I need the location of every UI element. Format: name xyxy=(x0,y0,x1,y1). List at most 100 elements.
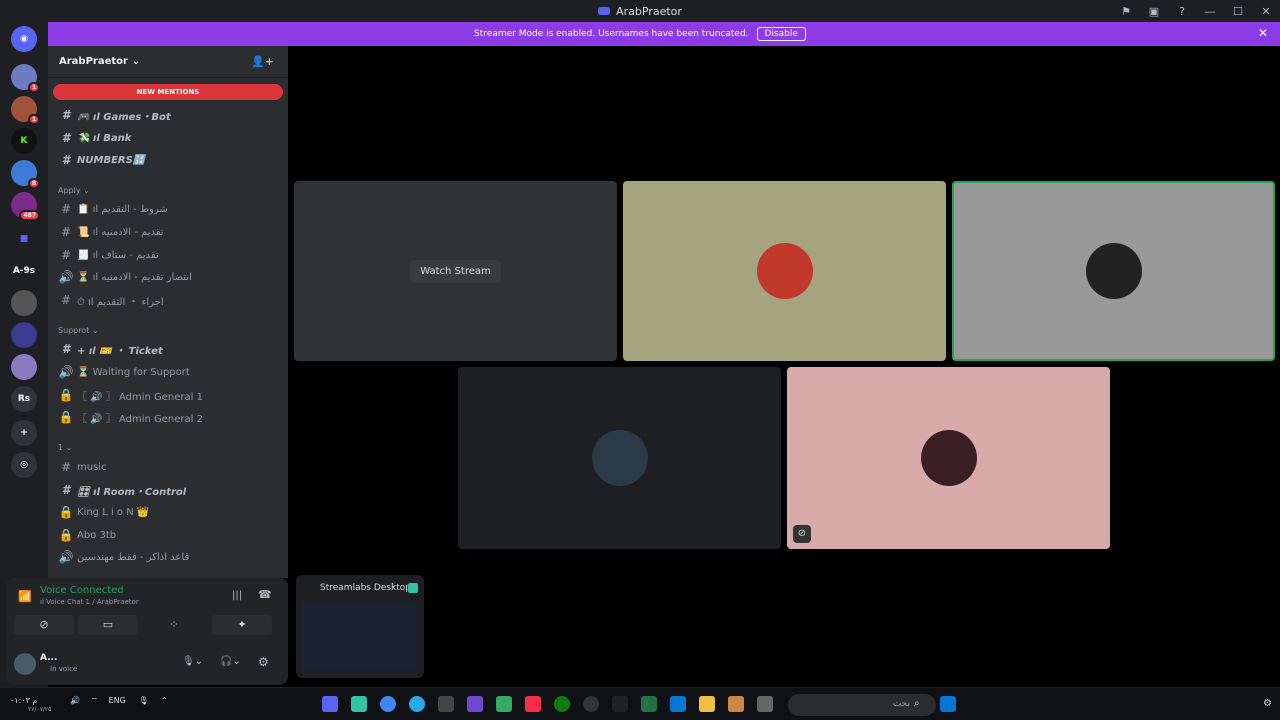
voice-channel-item[interactable]: 🔊 ⏳ Waiting for Support xyxy=(58,362,190,382)
headphones-icon[interactable]: 🎧⌄ xyxy=(220,656,241,667)
signal-icon[interactable]: 📶 xyxy=(18,590,32,603)
speaker-icon: 🔊 xyxy=(58,550,74,564)
close-button[interactable]: ✕ xyxy=(1252,5,1280,18)
preview-thumbnail xyxy=(302,601,416,671)
participant-tile[interactable] xyxy=(623,181,946,361)
screen-icon[interactable]: ▣ xyxy=(1140,5,1168,18)
voice-channel-item[interactable]: 🔒 〖 🔊 〗 Admin General 2 xyxy=(58,407,203,427)
server-icon[interactable] xyxy=(11,322,37,348)
category-1[interactable]: 1 ⌄ xyxy=(58,443,72,452)
server-icon[interactable]: K xyxy=(11,128,37,154)
notification-icon[interactable]: ⚙ xyxy=(1263,698,1272,709)
server-icon[interactable]: 1 xyxy=(11,96,40,125)
participant-tile[interactable]: ⊘ xyxy=(787,367,1110,549)
settings-gear-icon[interactable]: ⚙ xyxy=(258,655,269,669)
voice-channel-name[interactable]: ıl Voice Chat 1 / ArabPraetor xyxy=(40,598,139,606)
participant-tile[interactable] xyxy=(458,367,781,549)
noise-suppression-icon[interactable]: ||| xyxy=(232,590,242,601)
add-server-icon[interactable]: + xyxy=(11,420,37,446)
channel-item[interactable]: # 🧾 ıl تقديم - ستاف xyxy=(58,245,159,265)
server-header[interactable]: ArabPraetor ⌄ 👤+ xyxy=(48,46,288,78)
game-taskbar-icon[interactable] xyxy=(467,696,483,712)
banner-close-icon[interactable]: ✕ xyxy=(1258,26,1268,40)
copilot-taskbar-icon[interactable] xyxy=(728,696,744,712)
streamlabs-taskbar-icon[interactable] xyxy=(351,696,367,712)
channel-sidebar: ArabPraetor ⌄ 👤+ NEW MENTIONS # 🎮 ıl Games… xyxy=(48,46,288,578)
voice-channel-item[interactable]: 🔒 Abo 3tb xyxy=(58,525,117,545)
folder-taskbar-icon[interactable] xyxy=(699,696,715,712)
help-icon[interactable]: ? xyxy=(1168,5,1196,18)
chrome-taskbar-icon[interactable] xyxy=(380,696,396,712)
category-support[interactable]: Supprot ⌄ xyxy=(58,326,99,335)
language-indicator[interactable]: ENG xyxy=(109,696,126,705)
server-label[interactable]: A-9s xyxy=(11,258,37,284)
share-screen-button[interactable]: ▭ xyxy=(78,615,138,635)
channel-label: 〖 🔊 〗 Admin General 2 xyxy=(77,413,203,425)
microphone-tray-icon[interactable]: 🎙 xyxy=(138,696,148,705)
voice-channel-item[interactable]: 🔒 〖 🔊 〗 Admin General 1 xyxy=(58,385,203,405)
app-taskbar-icon[interactable] xyxy=(757,696,773,712)
channel-item[interactable]: # NUMBERS🔢 xyxy=(58,150,145,170)
channel-item[interactable]: # 🎮 ıl Games・Bot xyxy=(58,105,171,125)
xbox-taskbar-icon[interactable] xyxy=(554,696,570,712)
channel-item[interactable]: # 💸 ıl Bank xyxy=(58,128,132,148)
store-taskbar-icon[interactable] xyxy=(670,696,686,712)
app-taskbar-icon[interactable] xyxy=(496,696,512,712)
channel-item[interactable]: # 📜 ıl تقديم - الادمنيه xyxy=(58,222,164,242)
volume-icon[interactable]: 🔊 xyxy=(70,696,80,705)
taskbar-preview[interactable]: Streamlabs Desktop xyxy=(296,575,424,678)
gauge-taskbar-icon[interactable] xyxy=(583,696,599,712)
stream-tile[interactable]: Watch Stream xyxy=(294,181,617,361)
app-taskbar-icon[interactable] xyxy=(641,696,657,712)
start-windows-icon[interactable] xyxy=(940,696,956,712)
voice-channel-item[interactable]: 🔊 قاعد اذاكر - فقط مهندسين xyxy=(58,547,190,567)
discord-taskbar-icon[interactable] xyxy=(322,696,338,712)
category-label: Supprot xyxy=(58,326,90,335)
channel-item[interactable]: # music xyxy=(58,457,107,477)
channel-label: 〖 🔊 〗 Admin General 1 xyxy=(77,391,203,403)
soundboard-button[interactable]: ✦ xyxy=(212,615,272,635)
home-icon[interactable]: ◉ xyxy=(11,26,37,52)
clock-time[interactable]: م ٠١:٠٣ xyxy=(10,696,37,705)
disconnect-icon[interactable]: ☎ xyxy=(258,588,272,601)
new-mentions-bar[interactable]: NEW MENTIONS xyxy=(53,84,283,100)
voice-status[interactable]: Voice Connected xyxy=(40,585,124,596)
camera-button[interactable]: ⊘ xyxy=(14,615,74,635)
activities-button[interactable]: ⁘ xyxy=(144,615,204,635)
invite-icon[interactable]: 👤+ xyxy=(251,55,274,68)
discover-icon[interactable]: ◎ xyxy=(11,452,37,478)
category-apply[interactable]: Apply ⌄ xyxy=(58,186,90,195)
user-name[interactable]: A... xyxy=(40,653,57,663)
chevron-up-icon[interactable]: ⌃ xyxy=(161,696,168,705)
participant-avatar xyxy=(756,243,813,299)
maximize-button[interactable]: ☐ xyxy=(1224,5,1252,18)
server-icon[interactable]: 487 xyxy=(11,192,40,221)
app-taskbar-icon[interactable] xyxy=(612,696,628,712)
minimize-button[interactable]: — xyxy=(1196,5,1224,18)
hash-icon: # xyxy=(60,225,72,239)
server-icon[interactable]: 8 xyxy=(11,160,40,189)
microphone-icon[interactable]: 🎙⌄ xyxy=(182,656,203,667)
channel-item[interactable]: # 📋 ıl شروط - التقديم xyxy=(58,199,168,219)
inbox-icon[interactable]: ⚑ xyxy=(1112,5,1140,18)
channel-item[interactable]: # + ıl 🎫 ・ Ticket xyxy=(58,339,163,359)
channel-item[interactable]: # 🎛 ıl Room・Control xyxy=(58,480,186,500)
mention-badge: 487 xyxy=(19,210,40,221)
server-icon[interactable]: 1 xyxy=(11,64,40,93)
server-icon[interactable] xyxy=(11,290,37,316)
voice-channel-item[interactable]: 🔒 King L i o N 👑 xyxy=(58,502,150,522)
hash-icon: # xyxy=(60,248,72,262)
wifi-icon[interactable]: ⌔ xyxy=(90,696,98,705)
disable-button[interactable]: Disable xyxy=(756,27,806,41)
folder-icon[interactable]: ■ xyxy=(11,226,37,252)
server-icon[interactable] xyxy=(11,354,37,380)
app-taskbar-icon[interactable] xyxy=(438,696,454,712)
participant-tile-speaking[interactable] xyxy=(952,181,1275,361)
telegram-taskbar-icon[interactable] xyxy=(409,696,425,712)
voice-channel-item[interactable]: 🔊 ⏳ ıl انتضار تقديم - الادمنيه xyxy=(58,267,192,287)
server-label[interactable]: Rs xyxy=(11,386,37,412)
watch-stream-button[interactable]: Watch Stream xyxy=(410,259,501,283)
avatar[interactable] xyxy=(14,653,36,675)
music-taskbar-icon[interactable] xyxy=(525,696,541,712)
channel-item[interactable]: # ⏱ ıl اجراء ・ التقديم xyxy=(58,290,164,310)
